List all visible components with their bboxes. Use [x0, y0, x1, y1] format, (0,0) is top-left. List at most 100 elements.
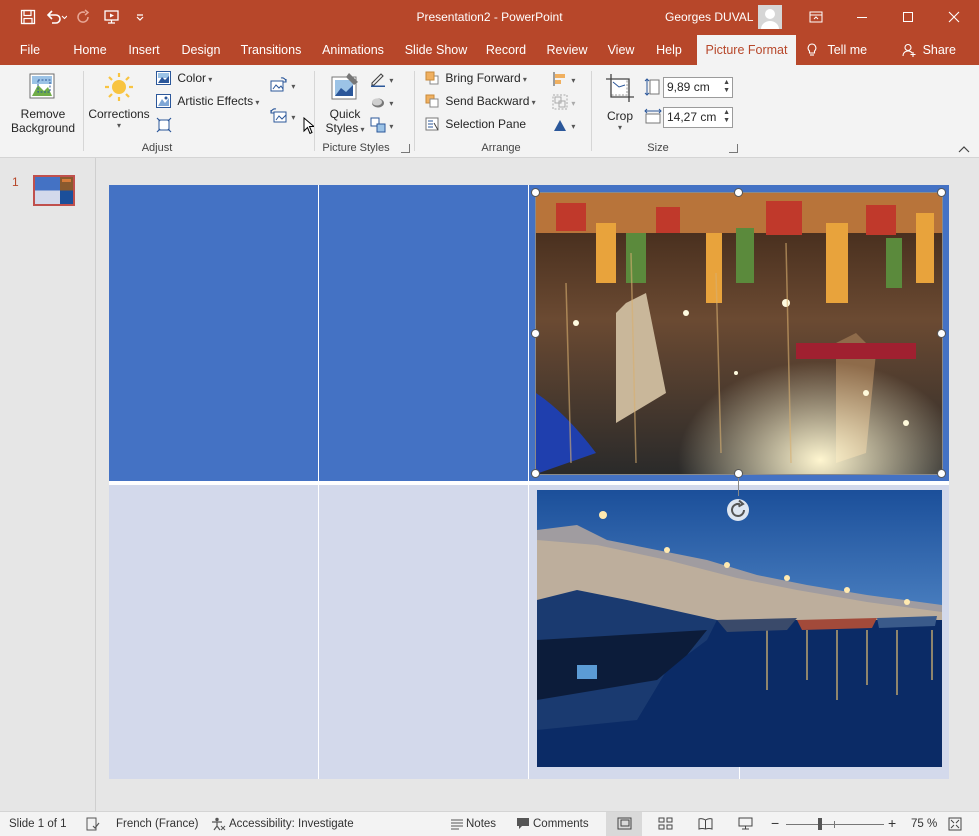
spelling-check-icon[interactable]	[86, 817, 100, 831]
height-spinner[interactable]: ▲ ▼	[723, 79, 730, 95]
compress-pictures-button[interactable]	[156, 117, 172, 137]
selection-pane-button[interactable]: Selection Pane	[425, 117, 526, 131]
zoom-out-button[interactable]: −	[771, 815, 779, 831]
resize-handle-nw[interactable]	[531, 188, 540, 197]
picture-styles-group-label: Picture Styles	[322, 142, 390, 154]
quick-styles-button[interactable]: Quick Styles ▾	[322, 69, 368, 141]
remove-background-icon	[29, 73, 55, 99]
minimize-icon[interactable]	[839, 0, 885, 34]
send-backward-label: Send Backward	[445, 94, 530, 108]
slide-count[interactable]: Slide 1 of 1	[9, 818, 67, 830]
zoom-slider-thumb[interactable]	[818, 818, 822, 830]
picture-festival[interactable]	[536, 193, 942, 474]
change-picture-icon	[270, 77, 287, 92]
size-launcher-icon[interactable]	[729, 144, 738, 153]
collapse-ribbon-icon[interactable]	[958, 145, 970, 153]
change-picture-button[interactable]: ▾	[270, 77, 295, 96]
width-spinner[interactable]: ▲ ▼	[723, 109, 730, 125]
ribbon-display-options-icon[interactable]	[793, 0, 839, 34]
tab-file[interactable]: File	[10, 35, 50, 65]
rotate-button[interactable]: ▾	[552, 117, 575, 136]
crop-label: Crop	[606, 109, 633, 123]
slide-sorter-icon[interactable]	[658, 817, 673, 830]
redo-icon[interactable]	[70, 6, 98, 28]
selection-pane-icon	[425, 117, 439, 131]
resize-handle-w[interactable]	[531, 329, 540, 338]
picture-layout-button[interactable]: ▾	[370, 117, 393, 136]
tab-home[interactable]: Home	[66, 35, 114, 65]
undo-icon[interactable]	[42, 6, 70, 28]
rotate-handle-icon[interactable]	[726, 498, 750, 522]
reset-picture-button[interactable]: ▾	[270, 108, 295, 127]
maximize-icon[interactable]	[885, 0, 931, 34]
status-bar: Slide 1 of 1 French (France) Accessibili…	[0, 811, 979, 836]
align-icon	[553, 72, 565, 86]
fit-slide-to-window-icon[interactable]	[948, 817, 962, 831]
artistic-effects-button[interactable]: Artistic Effects ▾	[156, 94, 259, 114]
slide-thumbnail-preview-icon	[35, 177, 73, 204]
tab-slide-show[interactable]: Slide Show	[400, 35, 472, 65]
rotate-objects-icon	[554, 120, 566, 131]
tab-design[interactable]: Design	[176, 35, 226, 65]
zoom-in-button[interactable]: +	[888, 815, 896, 831]
share-button[interactable]: Share	[898, 35, 960, 65]
shape-width-input[interactable]: 14,27 cm ▲ ▼	[663, 107, 733, 128]
share-person-icon	[902, 43, 916, 57]
customize-toolbar-icon[interactable]	[126, 6, 154, 28]
slide-cell-bottom-left[interactable]	[109, 485, 318, 779]
slide-thumbnail[interactable]	[33, 175, 75, 206]
tab-help[interactable]: Help	[648, 35, 690, 65]
slide-show-view-icon[interactable]	[738, 817, 753, 830]
resize-handle-n[interactable]	[734, 188, 743, 197]
tab-transitions[interactable]: Transitions	[236, 35, 306, 65]
crop-button[interactable]: Crop ▾	[600, 71, 640, 137]
picture-effects-button[interactable]: ▾	[370, 94, 393, 113]
tab-record[interactable]: Record	[480, 35, 532, 65]
notes-button[interactable]: Notes	[466, 818, 496, 830]
accessibility-icon[interactable]	[210, 817, 226, 831]
resize-handle-se[interactable]	[937, 469, 946, 478]
normal-view-icon[interactable]	[617, 817, 632, 830]
tab-view[interactable]: View	[600, 35, 642, 65]
picture-styles-launcher-icon[interactable]	[401, 144, 410, 153]
bring-forward-button[interactable]: Bring Forward ▾	[425, 71, 527, 85]
tab-insert[interactable]: Insert	[122, 35, 166, 65]
picture-border-button[interactable]: ▾	[370, 71, 393, 90]
tab-picture-format[interactable]: Picture Format	[697, 35, 796, 65]
resize-handle-sw[interactable]	[531, 469, 540, 478]
comments-button[interactable]: Comments	[533, 818, 589, 830]
user-name[interactable]: Georges DUVAL	[665, 10, 753, 24]
avatar[interactable]	[758, 5, 782, 29]
group-button[interactable]: ▾	[552, 94, 575, 113]
tell-me-search[interactable]: Tell me	[806, 35, 876, 65]
corrections-button[interactable]: Corrections ▾	[86, 69, 152, 141]
resize-handle-ne[interactable]	[937, 188, 946, 197]
close-icon[interactable]	[931, 0, 977, 34]
reading-view-icon[interactable]	[698, 817, 713, 830]
save-icon[interactable]	[14, 6, 42, 28]
color-button[interactable]: Color ▾	[156, 71, 212, 91]
zoom-slider-track[interactable]	[786, 824, 884, 825]
language-indicator[interactable]: French (France)	[116, 818, 198, 830]
picture-riverside-night[interactable]	[537, 490, 942, 767]
remove-background-button[interactable]: Remove Background	[6, 69, 80, 141]
shape-height-input[interactable]: 9,89 cm ▲ ▼	[663, 77, 733, 98]
slide-cell-bottom-middle[interactable]	[319, 485, 528, 779]
resize-handle-s[interactable]	[734, 469, 743, 478]
send-backward-button[interactable]: Send Backward ▾	[425, 94, 536, 108]
slide-canvas[interactable]	[109, 185, 949, 779]
shape-height-value: 9,89 cm	[667, 80, 710, 94]
slide-cell-top-middle[interactable]	[319, 185, 528, 481]
shape-width-icon	[644, 108, 662, 124]
selection-pane-label: Selection Pane	[445, 117, 527, 131]
slide-cell-top-left[interactable]	[109, 185, 318, 481]
ribbon-picture-format: Remove Background Corrections ▾ Color ▾ …	[0, 65, 979, 158]
present-from-beginning-icon[interactable]	[98, 6, 126, 28]
tab-review[interactable]: Review	[540, 35, 594, 65]
resize-handle-e[interactable]	[937, 329, 946, 338]
zoom-level[interactable]: 75 %	[911, 818, 937, 830]
accessibility-status[interactable]: Accessibility: Investigate	[229, 818, 354, 830]
tab-animations[interactable]: Animations	[316, 35, 390, 65]
adjust-group-label: Adjust	[141, 142, 173, 154]
align-button[interactable]: ▾	[552, 71, 575, 90]
